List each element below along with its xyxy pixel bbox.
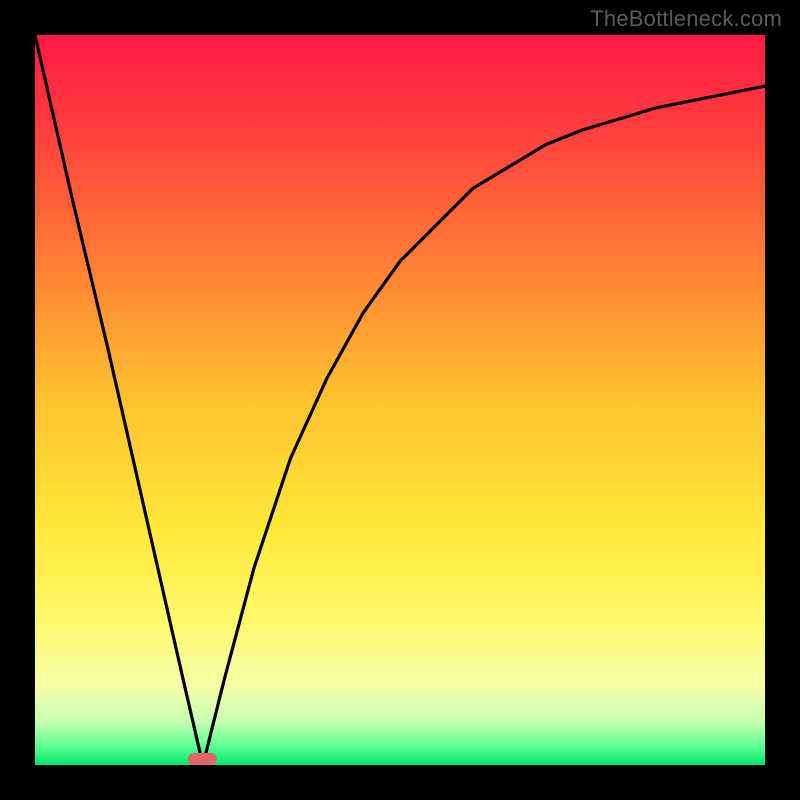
plot-area [35,35,765,765]
gradient-rect [35,35,765,765]
chart-frame: TheBottleneck.com [0,0,800,800]
bottleneck-svg [35,35,765,765]
attribution-text: TheBottleneck.com [590,6,782,32]
optimum-marker [188,753,217,765]
